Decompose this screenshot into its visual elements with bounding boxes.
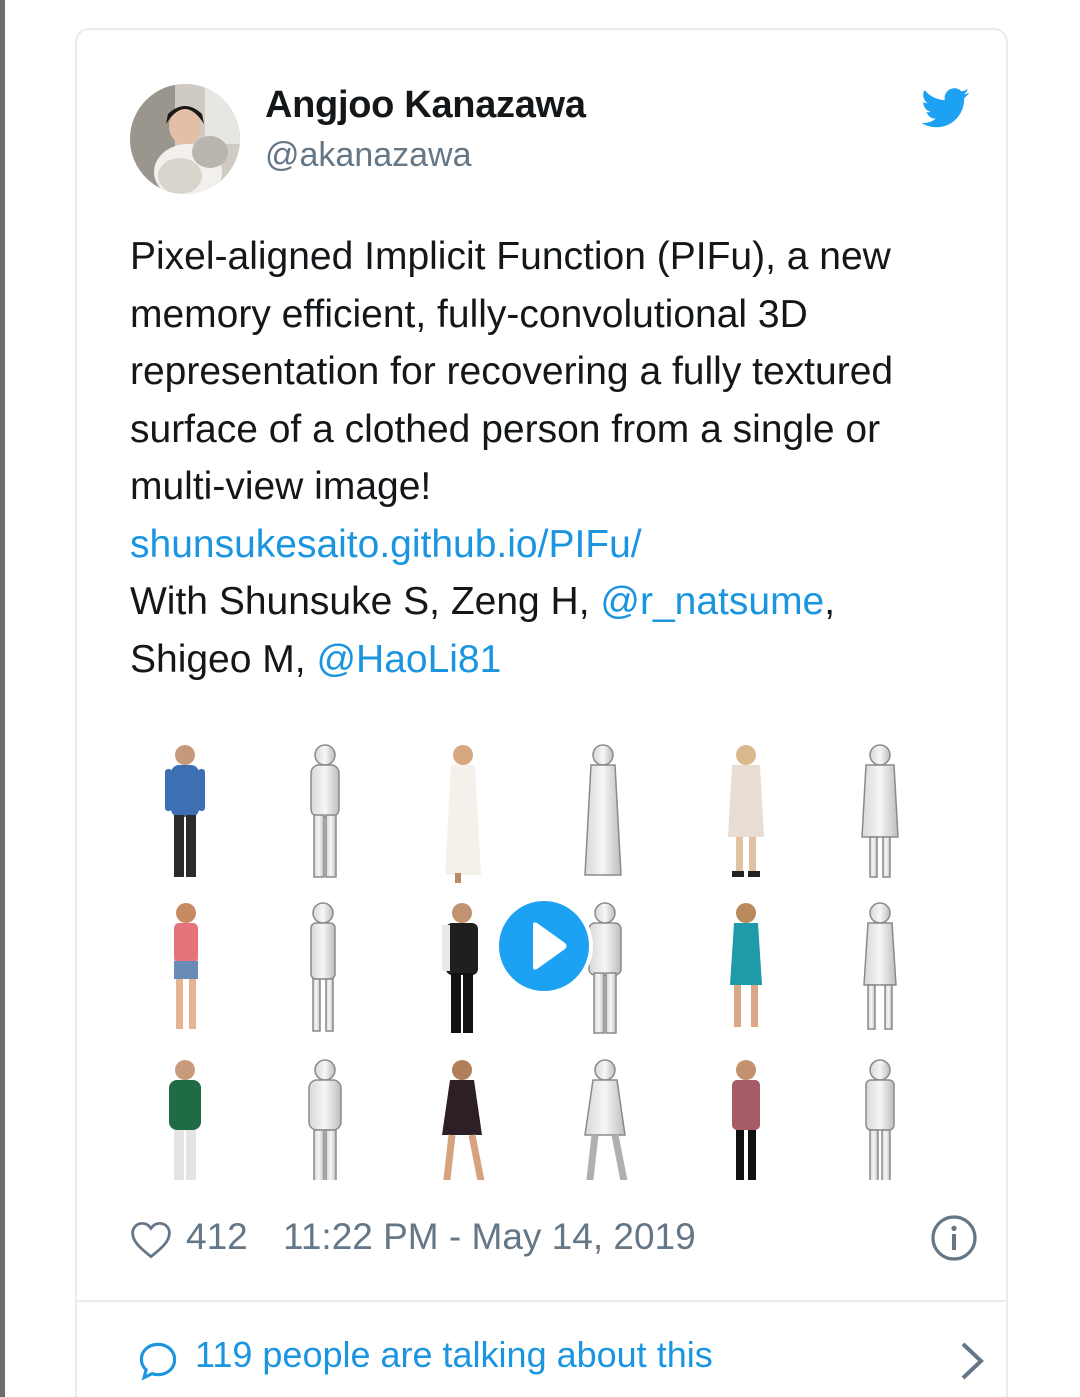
conversation-link[interactable]: 119 people are talking about this: [137, 1330, 984, 1390]
video-thumbnail[interactable]: [130, 715, 960, 1191]
with-middle: Shigeo M,: [130, 637, 317, 681]
speech-bubble-icon: [139, 1342, 177, 1381]
with-prefix: With Shunsuke S, Zeng H,: [130, 580, 601, 623]
chevron-right-icon[interactable]: [957, 1336, 987, 1386]
avatar[interactable]: [130, 84, 240, 194]
mention-haoli81[interactable]: @HaoLi81: [316, 638, 501, 681]
mention-r-natsume[interactable]: @r_natsume: [600, 580, 824, 623]
tweet-body: Pixel-aligned Implicit Function (PIFu), …: [130, 235, 894, 508]
window-edge: [0, 0, 5, 1397]
row-1-figures: [165, 744, 899, 883]
info-icon[interactable]: [930, 1214, 978, 1262]
like-count[interactable]: 412: [186, 1216, 248, 1258]
play-icon: [533, 922, 567, 970]
twitter-bird-icon[interactable]: [922, 88, 970, 128]
tweet-stats: 412 11:22 PM - May 14, 2019: [130, 1212, 977, 1272]
play-button[interactable]: [495, 897, 593, 995]
author-display-name[interactable]: Angjoo Kanazawa: [265, 84, 586, 127]
tweet-card[interactable]: Angjoo Kanazawa @akanazawa Pixel-aligned…: [75, 28, 1008, 1397]
author-handle[interactable]: @akanazawa: [265, 136, 472, 175]
tweet-text: Pixel-aligned Implicit Function (PIFu), …: [130, 228, 960, 688]
row-3-figures: [169, 1059, 895, 1191]
tweet-header: Angjoo Kanazawa @akanazawa: [130, 84, 970, 194]
talking-count[interactable]: 119 people are talking about this: [195, 1334, 713, 1376]
tweet-link[interactable]: shunsukesaito.github.io/PIFu/: [130, 523, 642, 566]
comma: ,: [824, 580, 836, 623]
tweet-timestamp[interactable]: 11:22 PM - May 14, 2019: [283, 1216, 696, 1258]
heart-icon[interactable]: [130, 1220, 172, 1260]
divider: [77, 1300, 1006, 1302]
